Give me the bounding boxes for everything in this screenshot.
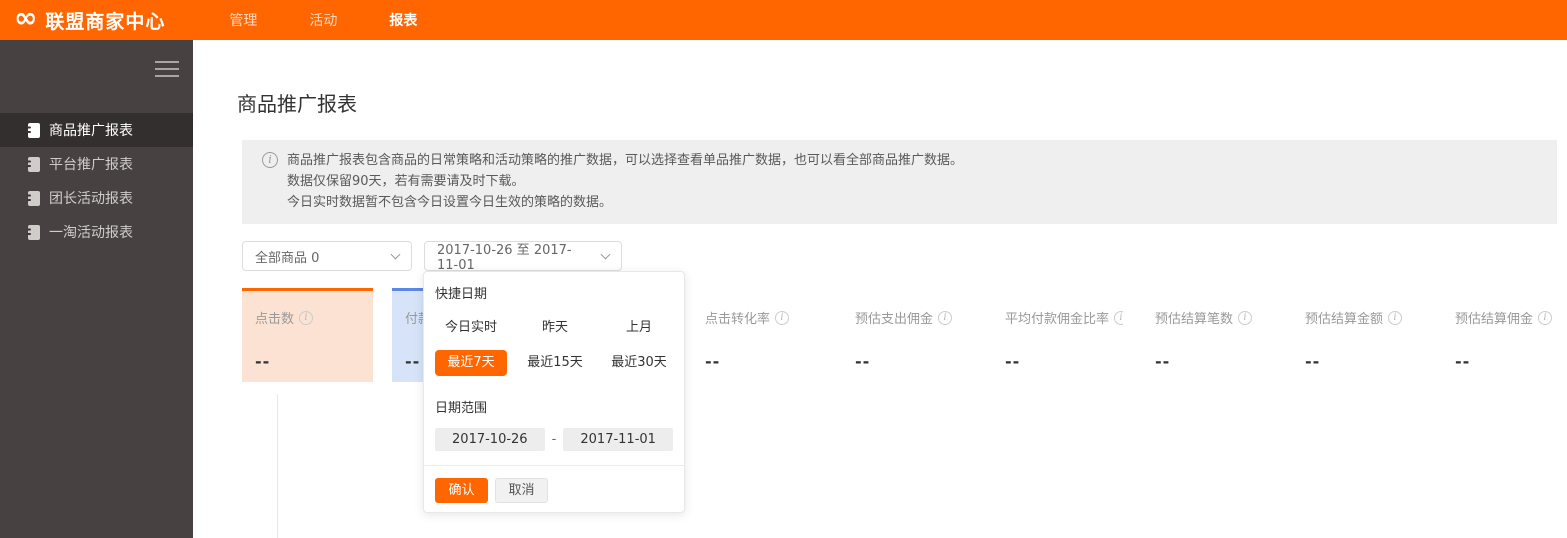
metric-label: 点击数 bbox=[255, 312, 295, 327]
info-icon: i bbox=[299, 310, 314, 325]
metric-estimated-settlement-commission[interactable]: 预估结算佣金 i -- bbox=[1442, 288, 1567, 382]
sidebar-item-label: 商品推广报表 bbox=[49, 123, 133, 139]
quick-option-last-month[interactable]: 上月 bbox=[603, 318, 675, 338]
notice-line: 商品推广报表包含商品的日常策略和活动策略的推广数据，可以选择查看单品推广数据，也… bbox=[287, 153, 964, 168]
brand-title: 联盟商家中心 bbox=[45, 10, 166, 33]
nav-item-report[interactable]: 报表 bbox=[389, 10, 417, 30]
sidebar-item-label: 团长活动报表 bbox=[49, 191, 133, 207]
product-select[interactable]: 全部商品 0 bbox=[242, 241, 412, 271]
popup-footer: 确认 取消 bbox=[435, 466, 673, 503]
info-icon: i bbox=[1538, 310, 1553, 325]
sidebar-item-leader-activity-report[interactable]: 团长活动报表 bbox=[0, 181, 193, 215]
sidebar-item-etao-activity-report[interactable]: 一淘活动报表 bbox=[0, 215, 193, 249]
metric-value: -- bbox=[1155, 352, 1171, 371]
quick-dates-label: 快捷日期 bbox=[435, 287, 488, 302]
info-icon: i bbox=[775, 310, 790, 325]
sidebar-item-label: 一淘活动报表 bbox=[49, 225, 133, 241]
quick-option-last-30-days[interactable]: 最近30天 bbox=[603, 350, 675, 376]
brand: ∞ 联盟商家中心 bbox=[14, 1, 166, 34]
chart-axis-line bbox=[277, 394, 278, 538]
metric-estimated-settlement-count[interactable]: 预估结算笔数 i -- bbox=[1142, 288, 1273, 382]
sidebar-item-platform-promo-report[interactable]: 平台推广报表 bbox=[0, 147, 193, 181]
info-icon: i bbox=[1114, 310, 1123, 325]
sidebar-item-label: 平台推广报表 bbox=[49, 157, 133, 173]
date-range-value: 2017-10-26 至 2017-11-01 bbox=[437, 243, 572, 273]
confirm-button[interactable]: 确认 bbox=[435, 478, 488, 503]
metric-value: -- bbox=[705, 352, 721, 371]
product-select-value: 全部商品 0 bbox=[255, 250, 320, 266]
metric-estimated-commission-paid[interactable]: 预估支出佣金 i -- bbox=[842, 288, 973, 382]
chevron-down-icon bbox=[390, 249, 401, 259]
metric-value: -- bbox=[1305, 352, 1321, 371]
nav-item-activity[interactable]: 活动 bbox=[309, 10, 337, 30]
filter-bar: 全部商品 0 2017-10-26 至 2017-11-01 bbox=[242, 241, 1557, 273]
infinity-logo-icon: ∞ bbox=[14, 1, 38, 34]
report-doc-icon bbox=[27, 190, 40, 206]
metric-label: 预估支出佣金 bbox=[855, 312, 934, 327]
quick-option-last-15-days[interactable]: 最近15天 bbox=[519, 350, 591, 376]
start-date-input[interactable]: 2017-10-26 bbox=[435, 428, 545, 451]
quick-dates-grid: 今日实时 昨天 上月 最近7天 最近15天 最近30天 bbox=[435, 318, 673, 376]
quick-option-last-7-days[interactable]: 最近7天 bbox=[435, 350, 507, 376]
top-header: ∞ 联盟商家中心 管理 活动 报表 bbox=[0, 0, 1567, 40]
metric-value: -- bbox=[255, 352, 271, 371]
metric-estimated-settlement-amount[interactable]: 预估结算金额 i -- bbox=[1292, 288, 1423, 382]
report-doc-icon bbox=[27, 156, 40, 172]
notice-line: 数据仅保留90天，若有需要请及时下载。 bbox=[287, 174, 525, 189]
notice-box: i 商品推广报表包含商品的日常策略和活动策略的推广数据，可以选择查看单品推广数据… bbox=[242, 140, 1557, 224]
date-range-label: 日期范围 bbox=[435, 401, 488, 416]
metric-avg-payment-commission-rate[interactable]: 平均付款佣金比率 i -- bbox=[992, 288, 1123, 382]
date-separator: - bbox=[551, 432, 557, 447]
end-date-input[interactable]: 2017-11-01 bbox=[563, 428, 673, 451]
info-icon: i bbox=[1238, 310, 1253, 325]
info-icon: i bbox=[938, 310, 953, 325]
metric-label: 平均付款佣金比率 bbox=[1005, 312, 1110, 327]
metric-value: -- bbox=[1455, 352, 1471, 371]
app-root: ∞ 联盟商家中心 管理 活动 报表 商品推广报表 平台推广报表 团长活动报表 一… bbox=[0, 0, 1567, 538]
date-picker-popup: 快捷日期 今日实时 昨天 上月 最近7天 最近15天 最近30天 日期范围 20… bbox=[423, 271, 685, 513]
page-title: 商品推广报表 bbox=[237, 92, 357, 116]
report-doc-icon bbox=[27, 122, 40, 138]
metric-label: 预估结算笔数 bbox=[1155, 312, 1234, 327]
info-icon: i bbox=[262, 152, 278, 168]
date-range-inputs: 2017-10-26 - 2017-11-01 bbox=[435, 428, 673, 451]
quick-option-yesterday[interactable]: 昨天 bbox=[519, 318, 591, 338]
hamburger-icon[interactable] bbox=[155, 61, 179, 82]
info-icon: i bbox=[1388, 310, 1403, 325]
content-area: 商品推广报表 i 商品推广报表包含商品的日常策略和活动策略的推广数据，可以选择查… bbox=[193, 40, 1567, 538]
nav-item-manage[interactable]: 管理 bbox=[229, 10, 257, 30]
metric-label: 点击转化率 bbox=[705, 312, 771, 327]
sidebar-item-product-promo-report[interactable]: 商品推广报表 bbox=[0, 113, 193, 147]
notice-text: 商品推广报表包含商品的日常策略和活动策略的推广数据，可以选择查看单品推广数据，也… bbox=[287, 150, 963, 213]
chevron-down-icon bbox=[600, 249, 611, 259]
top-nav: 管理 活动 报表 bbox=[229, 10, 417, 30]
cancel-button[interactable]: 取消 bbox=[495, 478, 548, 503]
metric-label: 预估结算佣金 bbox=[1455, 312, 1534, 327]
metric-value: -- bbox=[855, 352, 871, 371]
metric-value: -- bbox=[1005, 352, 1021, 371]
date-range-select[interactable]: 2017-10-26 至 2017-11-01 bbox=[424, 241, 622, 273]
metric-card-clicks[interactable]: 点击数 i -- bbox=[242, 288, 373, 382]
metric-click-conversion-rate[interactable]: 点击转化率 i -- bbox=[692, 288, 823, 382]
metric-label: 预估结算金额 bbox=[1305, 312, 1384, 327]
notice-line: 今日实时数据暂不包含今日设置今日生效的策略的数据。 bbox=[287, 195, 613, 210]
quick-option-today-realtime[interactable]: 今日实时 bbox=[435, 318, 507, 338]
report-doc-icon bbox=[27, 224, 40, 240]
sidebar: 商品推广报表 平台推广报表 团长活动报表 一淘活动报表 bbox=[0, 40, 193, 538]
